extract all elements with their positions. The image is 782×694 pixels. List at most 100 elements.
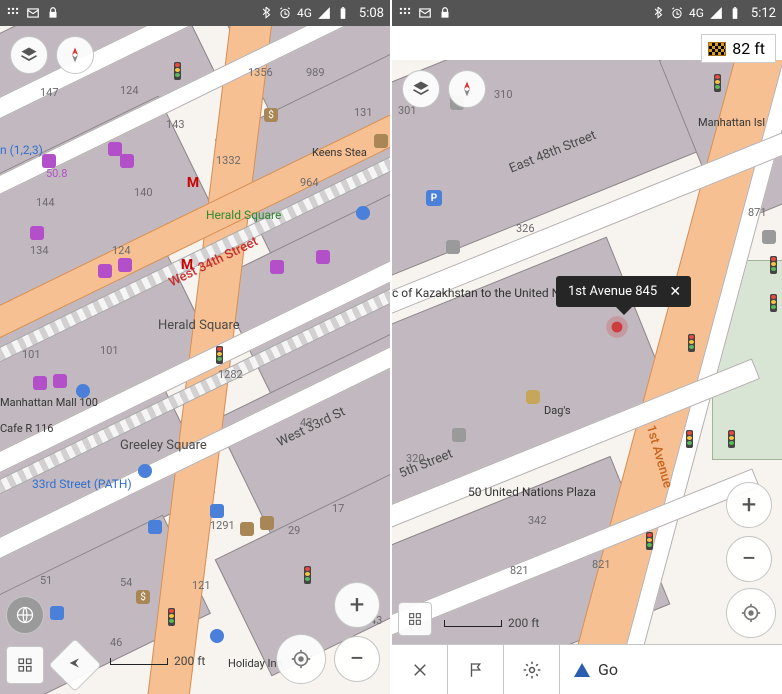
restaurant-icon[interactable] bbox=[374, 134, 388, 148]
house-no: 51 bbox=[40, 574, 52, 587]
battery-icon bbox=[336, 6, 350, 20]
house-no: 140 bbox=[134, 186, 153, 199]
station-icon[interactable] bbox=[138, 464, 152, 478]
house-no: 134 bbox=[30, 244, 49, 257]
house-no: 121 bbox=[192, 579, 211, 592]
traffic-light-icon bbox=[688, 334, 695, 352]
parking-icon[interactable]: P bbox=[426, 190, 442, 206]
menu-grid-button[interactable] bbox=[398, 602, 432, 636]
house-no: 310 bbox=[494, 88, 513, 101]
zoom-in-button[interactable]: + bbox=[726, 482, 772, 528]
compass-button[interactable] bbox=[448, 70, 486, 108]
house-no: 871 bbox=[748, 206, 767, 219]
metro-icon[interactable]: M bbox=[180, 258, 194, 272]
map-canvas[interactable]: West 34th Street West 33rd St Herald Squ… bbox=[0, 26, 390, 694]
house-no: 326 bbox=[516, 222, 535, 235]
zoom-out-button[interactable]: − bbox=[334, 636, 380, 682]
shop-icon[interactable] bbox=[33, 376, 47, 390]
cancel-button[interactable] bbox=[392, 645, 448, 694]
apps-icon bbox=[398, 6, 412, 20]
shop-icon[interactable] bbox=[30, 226, 44, 240]
poi-holiday: Holiday Inn bbox=[228, 657, 283, 670]
bottom-toolbar: Go bbox=[392, 644, 782, 694]
map-canvas[interactable]: East 48th Street 1st Avenue 5th Street M… bbox=[392, 60, 782, 644]
scale-bar: 200 ft bbox=[444, 616, 539, 630]
waypoint-flag-button[interactable] bbox=[448, 645, 504, 694]
house-no: 821 bbox=[510, 564, 529, 577]
locate-button[interactable] bbox=[726, 588, 776, 638]
distance-badge[interactable]: 82 ft bbox=[701, 34, 776, 63]
distance-text: 82 ft bbox=[732, 39, 765, 58]
scale-bar: 200 ft bbox=[110, 654, 205, 668]
traffic-light-icon bbox=[686, 430, 693, 448]
poi-manhattan-isl: Manhattan Isl bbox=[698, 116, 765, 129]
shop-icon[interactable] bbox=[42, 154, 56, 168]
zoom-in-button[interactable]: + bbox=[334, 582, 380, 628]
house-no: 124 bbox=[112, 244, 131, 257]
house-no: 1291 bbox=[210, 519, 235, 532]
bluetooth-icon bbox=[259, 6, 273, 20]
clock: 5:08 bbox=[359, 6, 384, 21]
house-no: 320 bbox=[406, 452, 425, 465]
destination-tooltip[interactable]: 1st Avenue 845 ✕ bbox=[556, 276, 691, 307]
embassy-flag-icon[interactable] bbox=[446, 240, 460, 254]
poi-508: 50.8 bbox=[46, 167, 67, 180]
shop-icon[interactable] bbox=[120, 154, 134, 168]
screen-left: 4G 5:08 bbox=[0, 0, 390, 694]
embassy-flag-icon[interactable] bbox=[452, 428, 466, 442]
go-button[interactable]: Go bbox=[560, 645, 782, 694]
screen-right: 4G 5:12 East 48th Street 1s bbox=[392, 0, 782, 694]
restaurant-icon[interactable] bbox=[260, 516, 274, 530]
house-no: 989 bbox=[306, 66, 325, 79]
bike-icon[interactable] bbox=[148, 520, 162, 534]
traffic-light-icon bbox=[304, 566, 311, 584]
layers-button[interactable] bbox=[402, 70, 440, 108]
embassy-flag-icon[interactable] bbox=[762, 230, 776, 244]
destination-marker[interactable] bbox=[604, 314, 630, 340]
traffic-light-icon bbox=[728, 430, 735, 448]
bike-icon[interactable] bbox=[50, 606, 64, 620]
alarm-icon bbox=[278, 6, 292, 20]
house-no: 1356 bbox=[248, 66, 273, 79]
house-no: 131 bbox=[354, 106, 373, 119]
restaurant-icon[interactable] bbox=[240, 522, 254, 536]
status-bar: 4G 5:08 bbox=[0, 0, 390, 26]
settings-button[interactable] bbox=[504, 645, 560, 694]
locate-button[interactable] bbox=[276, 634, 326, 684]
shop-icon[interactable] bbox=[53, 374, 67, 388]
shop-icon[interactable] bbox=[118, 258, 132, 272]
poi-keens: Keens Stea bbox=[312, 146, 367, 159]
info-icon[interactable] bbox=[76, 384, 90, 398]
close-icon[interactable]: ✕ bbox=[669, 284, 681, 300]
traffic-light-icon bbox=[770, 294, 777, 312]
alarm-icon bbox=[670, 6, 684, 20]
shop-icon[interactable] bbox=[270, 260, 284, 274]
house-no: 101 bbox=[22, 348, 41, 361]
shop-icon[interactable] bbox=[98, 264, 112, 278]
menu-grid-button[interactable] bbox=[6, 646, 44, 684]
apps-icon bbox=[6, 6, 20, 20]
traffic-light-icon bbox=[646, 532, 653, 550]
poi-unplaza: 50 United Nations Plaza bbox=[468, 485, 596, 499]
bank-icon[interactable]: $ bbox=[136, 590, 150, 604]
layers-button[interactable] bbox=[10, 36, 48, 74]
network-label: 4G bbox=[689, 6, 704, 20]
house-no: 43 bbox=[300, 416, 312, 429]
traffic-light-icon bbox=[714, 74, 721, 92]
bike-icon[interactable] bbox=[210, 504, 224, 518]
house-no: 964 bbox=[300, 176, 319, 189]
mail-icon bbox=[418, 6, 432, 20]
metro-icon[interactable]: M bbox=[186, 176, 200, 190]
station-icon[interactable] bbox=[210, 629, 224, 643]
globe-button[interactable] bbox=[6, 596, 44, 634]
shop-icon[interactable] bbox=[316, 250, 330, 264]
compass-button[interactable] bbox=[56, 36, 94, 74]
zoom-out-button[interactable]: − bbox=[726, 536, 772, 582]
cafe-icon[interactable] bbox=[526, 390, 540, 404]
signal-icon bbox=[709, 6, 723, 20]
scale-text: 200 ft bbox=[508, 616, 539, 630]
bank-icon[interactable]: $ bbox=[264, 108, 278, 122]
house-no: 124 bbox=[120, 84, 139, 97]
car-icon[interactable] bbox=[356, 206, 370, 220]
house-no: 144 bbox=[36, 196, 55, 209]
